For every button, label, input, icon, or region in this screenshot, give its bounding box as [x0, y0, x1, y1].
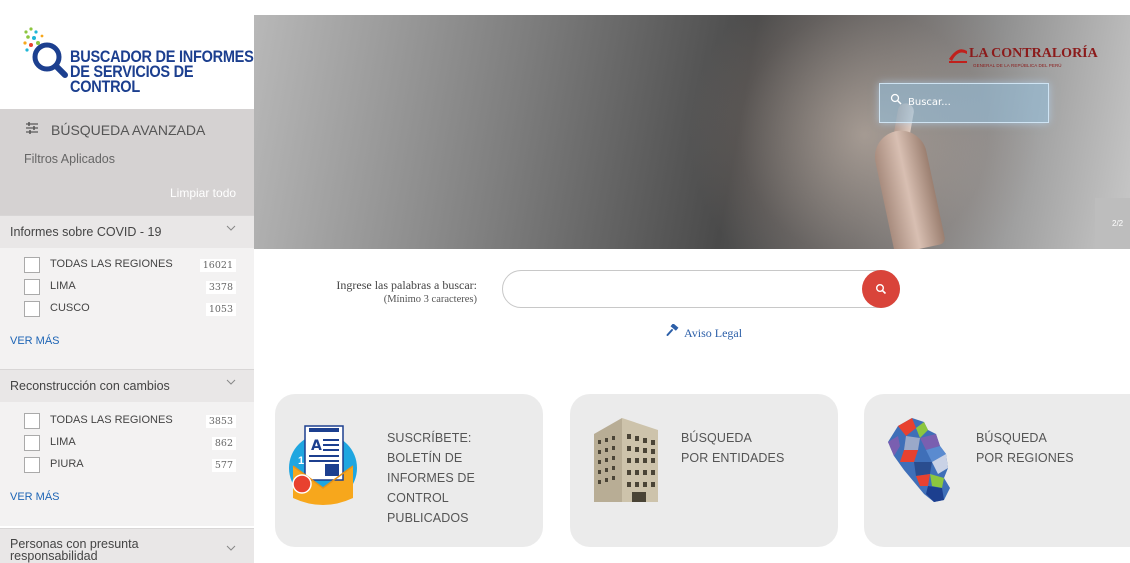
option-label: LIMA — [50, 436, 76, 448]
checkbox[interactable] — [24, 457, 40, 473]
brand-subtitle: GENERAL DE LA REPÚBLICA DEL PERÚ — [973, 63, 1062, 68]
hero-banner: Buscar... LA CONTRALORÍA GENERAL DE LA R… — [254, 15, 1130, 249]
option-label: TODAS LAS REGIONES — [50, 258, 173, 270]
filter-option[interactable]: LIMA 3378 — [24, 279, 240, 295]
checkbox[interactable] — [24, 435, 40, 451]
checkbox[interactable] — [24, 413, 40, 429]
section-reconstruction-header[interactable]: Reconstrucción con cambios — [0, 369, 254, 402]
option-label: LIMA — [50, 280, 76, 292]
search-label: Ingrese las palabras a buscar: — [336, 278, 477, 292]
filter-option[interactable]: TODAS LAS REGIONES 3853 — [24, 413, 240, 429]
option-count: 3378 — [205, 281, 236, 294]
filter-option[interactable]: PIURA 577 — [24, 457, 240, 473]
search-hint: (Mínimo 3 caracteres) — [383, 294, 477, 305]
checkbox[interactable] — [24, 301, 40, 317]
see-more-link[interactable]: VER MÁS — [10, 491, 60, 503]
slide-counter-text: 2/2 — [1112, 219, 1124, 228]
contraloria-logo[interactable]: LA CONTRALORÍA GENERAL DE LA REPÚBLICA D… — [947, 43, 1117, 73]
option-label: TODAS LAS REGIONES — [50, 414, 173, 426]
option-count: 16021 — [199, 259, 236, 272]
chevron-down-icon — [226, 543, 236, 556]
sliders-icon[interactable] — [24, 120, 40, 141]
chevron-down-icon — [226, 223, 236, 236]
hero-search-placeholder: Buscar... — [908, 97, 951, 108]
filter-option[interactable]: CUSCO 1053 — [24, 301, 240, 317]
card-regions-text: BÚSQUEDA POR REGIONES — [976, 431, 1074, 465]
option-count: 862 — [211, 437, 236, 450]
magnifier-logo-icon — [23, 27, 68, 78]
checkbox[interactable] — [24, 279, 40, 295]
gavel-icon — [666, 323, 680, 343]
peru-map-icon — [888, 418, 950, 502]
brand-name: LA CONTRALORÍA — [969, 46, 1098, 61]
section-reconstruction-body: TODAS LAS REGIONES 3853 LIMA 862 PIURA 5… — [0, 402, 254, 526]
card-subscribe[interactable]: A 1 SUSCRÍBETE: BOLETÍN DE INFORMES DE C… — [275, 394, 543, 547]
slide-counter[interactable]: 2/2 — [1095, 198, 1130, 249]
see-more-link[interactable]: VER MÁS — [10, 335, 60, 347]
contraloria-mark-icon — [949, 49, 967, 63]
hero-search-graphic: Buscar... — [879, 83, 1049, 123]
card-subscribe-text: SUSCRÍBETE: BOLETÍN DE INFORMES DE CONTR… — [387, 431, 475, 525]
option-label: PIURA — [50, 458, 84, 470]
building-icon — [594, 418, 658, 502]
section-covid-body: TODAS LAS REGIONES 16021 LIMA 3378 CUSCO… — [0, 248, 254, 369]
option-label: CUSCO — [50, 302, 90, 314]
card-entities-text: BÚSQUEDA POR ENTIDADES — [681, 431, 785, 465]
search-input[interactable] — [502, 270, 900, 308]
legal-notice-link[interactable]: Aviso Legal — [684, 326, 742, 341]
option-count: 577 — [211, 459, 236, 472]
filter-option[interactable]: LIMA 862 — [24, 435, 240, 451]
section-covid-header[interactable]: Informes sobre COVID - 19 — [0, 215, 254, 248]
chevron-down-icon — [226, 377, 236, 390]
option-count: 3853 — [205, 415, 236, 428]
option-count: 1053 — [205, 303, 236, 316]
advanced-search-title[interactable]: BÚSQUEDA AVANZADA — [51, 122, 205, 138]
svg-text:A: A — [311, 438, 322, 454]
section-title: Informes sobre COVID - 19 — [10, 225, 162, 239]
logo-text: BUSCADOR DE INFORMES DE SERVICIOS DE CON… — [70, 48, 254, 96]
clear-all-link[interactable]: Limpiar todo — [170, 186, 236, 200]
site-logo[interactable]: BUSCADOR DE INFORMES DE SERVICIOS DE CON… — [0, 0, 254, 109]
notification-badge: 1 — [298, 455, 305, 467]
section-responsibility-header[interactable]: Personas con presunta responsabilidad — [0, 528, 254, 563]
filter-option[interactable]: TODAS LAS REGIONES 16021 — [24, 257, 240, 273]
card-entities[interactable]: BÚSQUEDA POR ENTIDADES — [570, 394, 838, 547]
sidebar: BUSCADOR DE INFORMES DE SERVICIOS DE CON… — [0, 0, 254, 563]
checkbox[interactable] — [24, 257, 40, 273]
search-icon — [890, 93, 902, 108]
section-title: Personas con presunta responsabilidad — [10, 537, 139, 563]
card-regions[interactable]: BÚSQUEDA POR REGIONES — [864, 394, 1130, 547]
search-icon — [876, 284, 887, 295]
search-button[interactable] — [862, 270, 900, 308]
applied-filters-label: Filtros Aplicados — [24, 152, 116, 166]
section-title: Reconstrucción con cambios — [10, 379, 170, 393]
